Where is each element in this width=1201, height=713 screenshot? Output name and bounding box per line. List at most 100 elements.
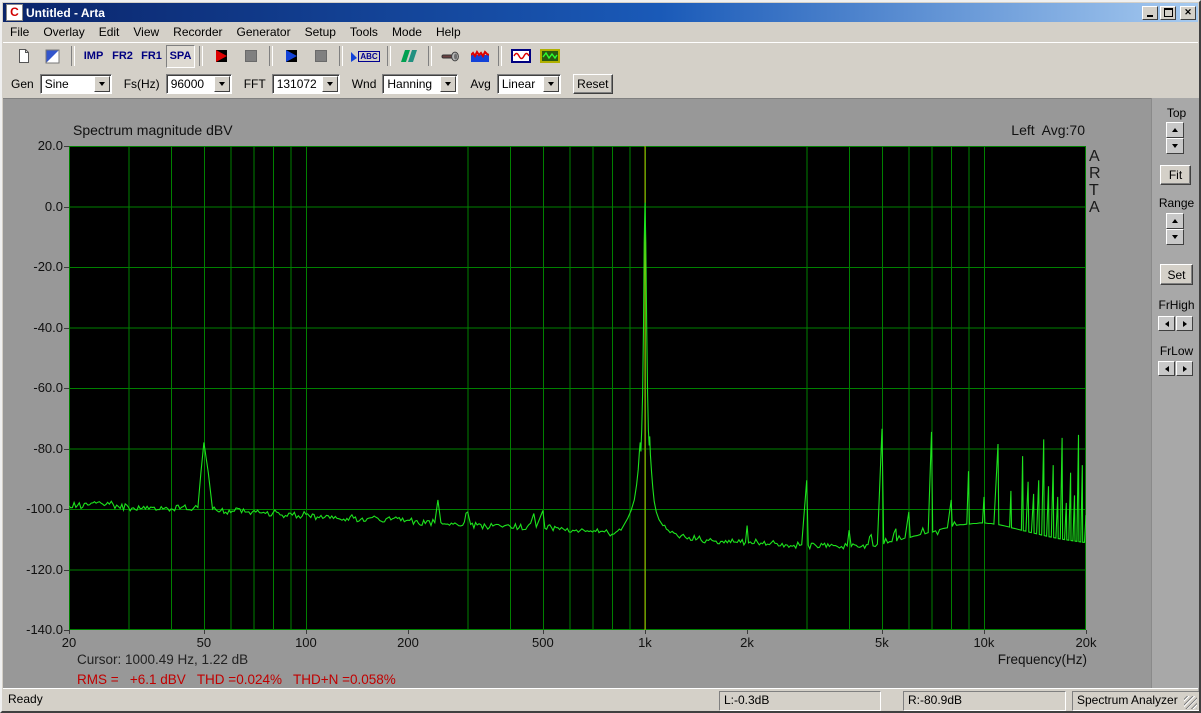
menu-item-tools[interactable]: Tools [343,23,385,41]
scale-view-button[interactable] [38,44,67,68]
menu-item-mode[interactable]: Mode [385,23,429,41]
axis-tick-label: 200 [397,635,419,650]
menu-item-file[interactable]: File [3,23,36,41]
record-start-button[interactable] [207,44,236,68]
axis-tick-label: 20.0 [37,138,63,153]
axis-tick-label: 5k [875,635,889,650]
menu-item-edit[interactable]: Edit [92,23,127,41]
top-down-button[interactable] [1166,138,1184,154]
spa-mode-button[interactable]: Spa [166,44,195,68]
set-button[interactable]: Set [1160,264,1193,285]
averaging-select[interactable]: Linear [496,74,561,94]
menu-item-help[interactable]: Help [429,23,468,41]
toolbar-separator [71,46,75,66]
menu-item-recorder[interactable]: Recorder [166,23,229,41]
fr2-mode-button[interactable]: Fr2 [108,44,137,68]
toolbar-separator [428,46,432,66]
reset-button[interactable]: Reset [572,74,613,94]
range-down-button[interactable] [1166,229,1184,245]
tick-mark [64,509,69,510]
fr2-mode-label: Fr2 [112,50,133,62]
axis-tick-label: 1k [638,635,652,650]
cursor-readout: Cursor: 1000.49 Hz, 1.22 dB [77,652,249,667]
generator-start-icon [286,50,297,62]
axis-tick-label: 100 [295,635,317,650]
range-up-button[interactable] [1166,213,1184,229]
minimize-button[interactable] [1142,5,1158,20]
imp-mode-label: Imp [83,50,104,62]
tick-mark [305,630,307,634]
measurement-controls: Gen Sine Fs(Hz) 96000 FFT 131072 Wnd Han… [3,70,1198,98]
frhigh-left-button[interactable] [1158,316,1175,331]
menu-item-generator[interactable]: Generator [230,23,298,41]
fft-size-select[interactable]: 131072 [271,74,340,94]
generator-stop-button[interactable] [306,44,335,68]
imp-mode-button[interactable]: Imp [79,44,108,68]
fit-button[interactable]: Fit [1160,165,1191,185]
fr1-mode-label: Fr1 [141,50,162,62]
window-function-select[interactable]: Hanning [382,74,459,94]
top-label: Top [1166,106,1187,120]
tick-mark [69,630,70,634]
title-bar[interactable]: C Untitled - Arta ✕ [3,3,1198,22]
menu-item-view[interactable]: View [126,23,166,41]
toolbar-separator [269,46,273,66]
status-bar: Ready L:-0.3dB R:-80.9dB Spectrum Analyz… [3,688,1199,711]
tick-mark [1086,630,1087,634]
scale-view-icon [45,49,60,63]
calibration-button[interactable] [436,44,465,68]
chevron-down-icon[interactable] [93,76,110,92]
plot-area[interactable] [69,146,1086,630]
axis-tick-label: -100.0 [26,501,63,516]
chevron-down-icon[interactable] [321,76,338,92]
maximize-button[interactable] [1160,5,1176,20]
marker-button[interactable]: ABC [347,44,383,68]
range-label: Range [1158,196,1195,210]
resize-grip[interactable] [1184,696,1197,709]
frhigh-right-button[interactable] [1176,316,1193,331]
sine-scope-button[interactable] [506,44,535,68]
overlay-button[interactable] [395,44,424,68]
frlow-left-button[interactable] [1158,361,1175,376]
right-level-panel: R:-80.9dB [903,691,1066,711]
sine-scope-icon [510,49,531,63]
record-stop-button[interactable] [236,44,265,68]
tick-mark [542,630,544,634]
chart-title: Spectrum magnitude dBV [73,122,233,138]
sample-rate-select[interactable]: 96000 [165,74,232,94]
menu-item-setup[interactable]: Setup [298,23,343,41]
axis-tick-label: 20k [1075,635,1097,650]
axis-tick-label: -40.0 [33,319,63,335]
top-up-button[interactable] [1166,122,1184,138]
generator-type-select[interactable]: Sine [39,74,112,94]
tick-mark [644,630,646,634]
chart-channel-info: Left Avg:70 [1011,122,1085,138]
toolbar-separator [387,46,391,66]
axis-tick-label: 2k [740,635,754,650]
axis-tick-label: -80.0 [33,440,63,456]
menu-item-overlay[interactable]: Overlay [36,23,91,41]
axis-tick-label: 10k [973,635,995,650]
spectrum-view-button[interactable] [465,44,494,68]
microphone-icon [441,51,459,61]
tick-mark [983,630,985,634]
chevron-down-icon[interactable] [440,76,457,92]
tick-mark [64,327,69,329]
chevron-down-icon[interactable] [213,76,230,92]
tick-mark [203,630,205,634]
status-message: Ready [8,692,43,706]
tick-mark [408,630,409,634]
new-document-button[interactable] [9,44,38,68]
close-button[interactable]: ✕ [1180,5,1196,20]
maximize-icon [1163,8,1173,17]
left-level-panel: L:-0.3dB [719,691,881,711]
frhigh-label: FrHigh [1158,298,1195,312]
generator-start-button[interactable] [277,44,306,68]
record-start-icon [216,50,227,62]
app-icon[interactable]: C [6,4,23,21]
fr1-mode-button[interactable]: Fr1 [137,44,166,68]
signal-scope-button[interactable] [535,44,564,68]
chevron-down-icon[interactable] [542,76,559,92]
frlow-right-button[interactable] [1176,361,1193,376]
axis-tick-label: 50 [196,635,212,650]
